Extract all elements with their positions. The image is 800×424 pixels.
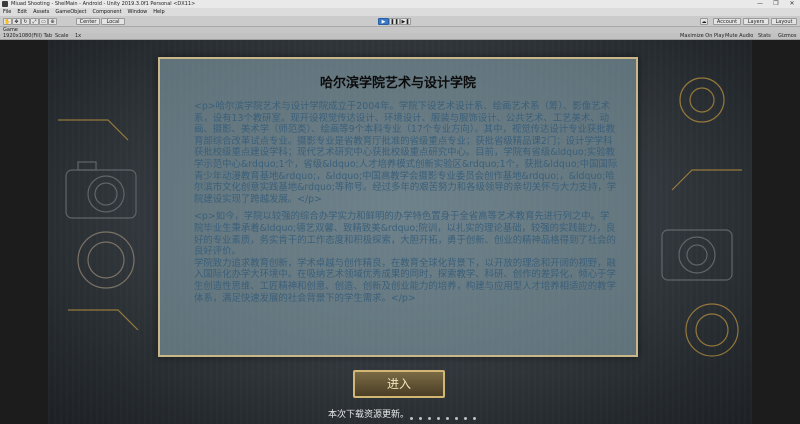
- panel-body: <p>哈尔滨学院艺术与设计学院成立于2004年。学院下设艺术设计系、绘画艺术系（…: [194, 101, 618, 310]
- college-intro-panel: 哈尔滨学院艺术与设计学院 <p>哈尔滨学院艺术与设计学院成立于2004年。学院下…: [158, 57, 638, 357]
- move-tool-button[interactable]: ✥: [12, 18, 21, 25]
- window-title: Miuad Shooting - ShelMain - Android - Un…: [11, 1, 196, 7]
- mute-audio-toggle[interactable]: Mute Audio: [725, 33, 753, 39]
- menu-window[interactable]: Window: [125, 8, 151, 16]
- unity-app-icon: [2, 1, 8, 7]
- rotate-tool-button[interactable]: ↻: [21, 18, 30, 25]
- collab-cloud-icon[interactable]: ☁: [700, 18, 708, 25]
- stats-toggle[interactable]: Stats: [758, 33, 771, 39]
- panel-title: 哈尔滨学院艺术与设计学院: [319, 76, 476, 91]
- play-button[interactable]: ▶: [378, 18, 389, 25]
- menu-bar: File Edit Assets GameObject Component Wi…: [0, 8, 800, 16]
- editor-toolbar: ✋ ✥ ↻ ⤢ ▭ ⊕ Center Local ▶ ❚❚ ▶❚ ☁ Accou…: [0, 16, 800, 27]
- loading-dot: [437, 417, 440, 420]
- menu-component[interactable]: Component: [90, 8, 125, 16]
- display-resolution-dropdown[interactable]: 1920x1080(Fill) Tab: [3, 33, 52, 39]
- close-button[interactable]: ✕: [784, 0, 800, 8]
- loading-dot: [428, 417, 431, 420]
- intro-paragraph-1: <p>哈尔滨学院艺术与设计学院成立于2004年。学院下设艺术设计系、绘画艺术系（…: [194, 101, 618, 205]
- hand-tool-button[interactable]: ✋: [3, 18, 12, 25]
- gizmos-dropdown[interactable]: Gizmos: [778, 33, 796, 39]
- space-toggle[interactable]: Local: [101, 18, 125, 25]
- maximize-button[interactable]: ❐: [768, 0, 784, 8]
- scale-value[interactable]: 1x: [75, 33, 81, 39]
- pause-button[interactable]: ❚❚: [389, 18, 400, 25]
- scale-label: Scale: [55, 33, 69, 39]
- maximize-on-play-toggle[interactable]: Maximize On Play: [680, 33, 724, 39]
- window-title-bar: Miuad Shooting - ShelMain - Android - Un…: [0, 0, 800, 8]
- step-button[interactable]: ▶❚: [400, 18, 411, 25]
- menu-assets[interactable]: Assets: [30, 8, 52, 16]
- game-view: 哈尔滨学院艺术与设计学院 <p>哈尔滨学院艺术与设计学院成立于2004年。学院下…: [0, 40, 800, 424]
- account-dropdown[interactable]: Account: [713, 18, 741, 25]
- scale-tool-button[interactable]: ⤢: [30, 18, 39, 25]
- loading-dot: [455, 417, 458, 420]
- menu-help[interactable]: Help: [150, 8, 167, 16]
- loading-dots: [410, 417, 476, 420]
- enter-button[interactable]: 进入: [353, 370, 445, 398]
- layout-dropdown[interactable]: Layout: [771, 18, 797, 25]
- transform-tool-button[interactable]: ⊕: [48, 18, 57, 25]
- menu-gameobject[interactable]: GameObject: [52, 8, 89, 16]
- download-status-text: 本次下载资源更新。: [328, 410, 410, 420]
- intro-paragraph-2: <p>如今，学院以较强的综合办学实力和鲜明的办学特色置身于全省高等艺术教育先进行…: [194, 211, 616, 258]
- loading-dot: [464, 417, 467, 420]
- rect-tool-button[interactable]: ▭: [39, 18, 48, 25]
- loading-dot: [419, 417, 422, 420]
- menu-edit[interactable]: Edit: [14, 8, 30, 16]
- pivot-toggle[interactable]: Center: [76, 18, 100, 25]
- menu-file[interactable]: File: [0, 8, 14, 16]
- game-view-toolbar: 1920x1080(Fill) Tab Scale 1x Maximize On…: [0, 33, 800, 40]
- layers-dropdown[interactable]: Layers: [743, 18, 769, 25]
- intro-paragraph-3: 学院致力追求教育创新，学术卓越与创作精良，在教育全球化背景下，以开放的理念和开阔…: [194, 257, 616, 304]
- loading-dot: [473, 417, 476, 420]
- minimize-button[interactable]: —: [752, 0, 768, 8]
- game-scene-background: 哈尔滨学院艺术与设计学院 <p>哈尔滨学院艺术与设计学院成立于2004年。学院下…: [48, 40, 752, 424]
- loading-dot: [446, 417, 449, 420]
- loading-dot: [410, 417, 413, 420]
